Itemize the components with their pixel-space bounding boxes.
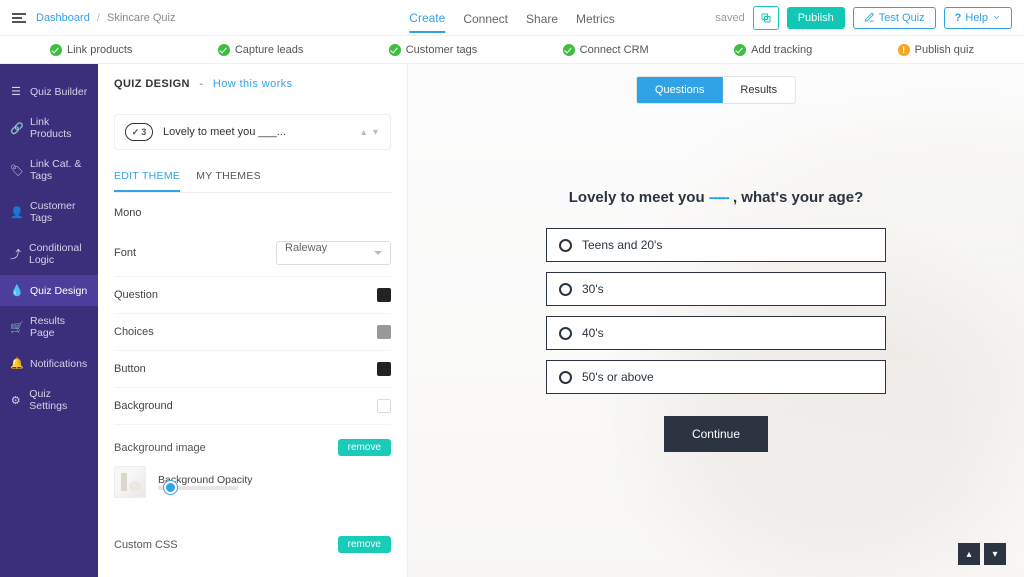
question-selector-title: Lovely to meet you ___...: [163, 126, 286, 138]
tab-edit-theme[interactable]: EDIT THEME: [114, 170, 180, 192]
quiz-option[interactable]: 30's: [546, 272, 886, 306]
background-color-swatch[interactable]: [377, 399, 391, 413]
radio-icon: [559, 283, 572, 296]
breadcrumb-current: Skincare Quiz: [107, 12, 175, 24]
test-quiz-button[interactable]: Test Quiz: [853, 7, 936, 29]
tab-connect[interactable]: Connect: [463, 4, 508, 32]
saved-indicator: saved: [715, 12, 744, 24]
bg-image-thumbnail[interactable]: [114, 466, 146, 498]
remove-custom-css-button[interactable]: remove: [338, 536, 391, 553]
step-link-products[interactable]: Link products: [50, 44, 132, 56]
question-color-label: Question: [114, 289, 158, 301]
help-button[interactable]: ? Help: [944, 7, 1012, 29]
quiz-option[interactable]: 40's: [546, 316, 886, 350]
publish-button[interactable]: Publish: [787, 7, 845, 29]
quiz-option[interactable]: Teens and 20's: [546, 228, 886, 262]
branch-icon: ⤴: [10, 246, 21, 262]
step-capture-leads[interactable]: Capture leads: [218, 44, 304, 56]
choices-color-swatch[interactable]: [377, 325, 391, 339]
custom-css-label: Custom CSS: [114, 539, 178, 551]
font-select[interactable]: Raleway: [276, 241, 391, 265]
radio-icon: [559, 371, 572, 384]
check-icon: [563, 44, 575, 56]
sidebar-item-quiz-design[interactable]: 💧Quiz Design: [0, 275, 98, 306]
sidebar-item-notifications[interactable]: 🔔Notifications: [0, 348, 98, 379]
remove-bg-image-button[interactable]: remove: [338, 439, 391, 456]
sidebar-item-quiz-builder[interactable]: ☰Quiz Builder: [0, 76, 98, 107]
tab-my-themes[interactable]: MY THEMES: [196, 170, 261, 192]
radio-icon: [559, 239, 572, 252]
quiz-question-text: Lovely to meet you ----- , what's your a…: [569, 189, 863, 206]
step-add-tracking[interactable]: Add tracking: [734, 44, 812, 56]
cart-icon: 🛒: [10, 321, 22, 334]
sidebar-item-customer-tags[interactable]: 👤Customer Tags: [0, 191, 98, 233]
step-publish-quiz[interactable]: !Publish quiz: [898, 44, 974, 56]
question-selector[interactable]: ✓3 Lovely to meet you ___... ▴ ▾: [114, 114, 391, 150]
link-icon: 🔗: [10, 122, 22, 135]
check-icon: [734, 44, 746, 56]
tag-icon: 🏷: [10, 164, 22, 177]
sidebar-item-results-page[interactable]: 🛒Results Page: [0, 306, 98, 348]
list-icon: ☰: [10, 85, 22, 98]
check-icon: [50, 44, 62, 56]
slider-knob[interactable]: [164, 481, 177, 494]
panel-title: QUIZ DESIGN: [114, 78, 190, 90]
next-question-button[interactable]: ▾: [984, 543, 1006, 565]
gear-icon: ⚙: [10, 394, 21, 407]
sidebar-item-link-products[interactable]: 🔗Link Products: [0, 107, 98, 149]
question-pill: ✓3: [125, 123, 153, 141]
radio-icon: [559, 327, 572, 340]
font-label: Font: [114, 247, 136, 259]
sidebar-item-quiz-settings[interactable]: ⚙Quiz Settings: [0, 379, 98, 421]
step-customer-tags[interactable]: Customer tags: [389, 44, 478, 56]
tab-share[interactable]: Share: [526, 4, 558, 32]
sidebar-item-conditional-logic[interactable]: ⤴Conditional Logic: [0, 233, 98, 275]
button-color-swatch[interactable]: [377, 362, 391, 376]
warning-icon: !: [898, 44, 910, 56]
question-color-swatch[interactable]: [377, 288, 391, 302]
question-selector-arrows[interactable]: ▴ ▾: [361, 127, 380, 138]
breadcrumb: Dashboard / Skincare Quiz: [36, 12, 176, 24]
check-icon: [389, 44, 401, 56]
step-connect-crm[interactable]: Connect CRM: [563, 44, 649, 56]
user-icon: 👤: [10, 206, 22, 219]
sidebar-item-link-cat-tags[interactable]: 🏷Link Cat. & Tags: [0, 149, 98, 191]
prev-question-button[interactable]: ▴: [958, 543, 980, 565]
duplicate-button[interactable]: [753, 6, 779, 30]
background-image-label: Background image: [114, 442, 206, 454]
breadcrumb-dashboard[interactable]: Dashboard: [36, 12, 90, 24]
bell-icon: 🔔: [10, 357, 22, 370]
tab-create[interactable]: Create: [409, 3, 445, 33]
hamburger-icon[interactable]: [12, 11, 28, 25]
choices-color-label: Choices: [114, 326, 154, 338]
button-color-label: Button: [114, 363, 146, 375]
how-this-works-link[interactable]: How this works: [213, 78, 293, 90]
drop-icon: 💧: [10, 284, 22, 297]
tab-metrics[interactable]: Metrics: [576, 4, 615, 32]
check-icon: [218, 44, 230, 56]
quiz-option[interactable]: 50's or above: [546, 360, 886, 394]
background-color-label: Background: [114, 400, 173, 412]
bg-opacity-slider[interactable]: [158, 486, 238, 490]
continue-button[interactable]: Continue: [664, 416, 768, 452]
theme-name: Mono: [114, 207, 142, 219]
